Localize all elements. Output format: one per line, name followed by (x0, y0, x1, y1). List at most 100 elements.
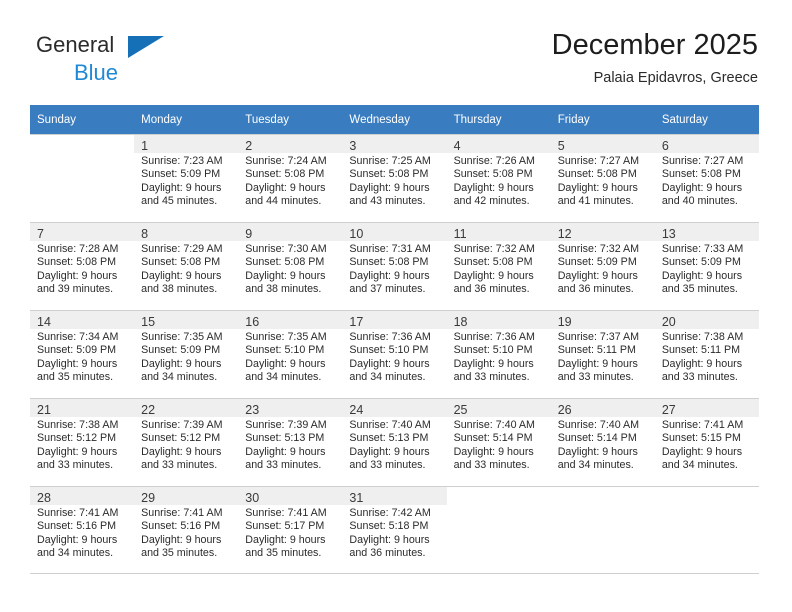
title-block: December 2025 Palaia Epidavros, Greece (552, 28, 758, 88)
day-number: 10 (349, 227, 364, 241)
sunset-text: Sunset: 5:10 PM (349, 344, 429, 357)
daylight-text-line1: Daylight: 9 hours (141, 269, 222, 282)
sunset-text: Sunset: 5:09 PM (557, 256, 637, 269)
calendar-body: 1 Sunrise: 7:23 AM Sunset: 5:09 PM Daylight… (30, 134, 759, 574)
calendar-day-cell[interactable]: 29 Sunrise: 7:41 AM Sunset: 5:16 PM Dayligh… (134, 486, 239, 574)
calendar-day-cell[interactable]: 20 Sunrise: 7:38 AM Sunset: 5:11 PM Dayligh… (654, 310, 759, 398)
day-number: 30 (245, 491, 260, 505)
calendar-day-cell[interactable]: 30 Sunrise: 7:41 AM Sunset: 5:17 PM Dayligh… (238, 486, 343, 574)
day-details: Sunrise: 7:36 AM Sunset: 5:10 PM Daylight:… (342, 329, 447, 385)
calendar-day-cell[interactable]: 9 Sunrise: 7:30 AM Sunset: 5:08 PM Daylight… (238, 222, 343, 310)
day-details: Sunrise: 7:32 AM Sunset: 5:09 PM Daylight:… (550, 241, 655, 297)
calendar-header-row: Sunday Monday Tuesday Wednesday Thursday… (30, 105, 759, 134)
calendar-day-cell[interactable]: 27 Sunrise: 7:41 AM Sunset: 5:15 PM Dayligh… (654, 398, 759, 486)
day-number-bar: 11 (446, 223, 551, 241)
daylight-text-line2: and 45 minutes. (141, 195, 218, 208)
daylight-text-line1: Daylight: 9 hours (453, 269, 534, 282)
daylight-text-line1: Daylight: 9 hours (245, 181, 326, 194)
calendar-day-cell[interactable]: 1 Sunrise: 7:23 AM Sunset: 5:09 PM Daylight… (134, 134, 239, 222)
page-header: General Blue December 2025 Palaia Epidav… (30, 28, 758, 94)
calendar-cell-inner: 30 Sunrise: 7:41 AM Sunset: 5:17 PM Dayligh… (238, 486, 343, 574)
weekday-header-friday: Friday (550, 105, 655, 134)
calendar-cell-inner: 19 Sunrise: 7:37 AM Sunset: 5:11 PM Dayligh… (550, 310, 655, 398)
calendar-day-cell[interactable]: 8 Sunrise: 7:29 AM Sunset: 5:08 PM Daylight… (134, 222, 239, 310)
calendar-day-cell[interactable]: 10 Sunrise: 7:31 AM Sunset: 5:08 PM Dayligh… (342, 222, 447, 310)
day-number-bar: 28 (30, 487, 135, 505)
sunrise-text: Sunrise: 7:25 AM (349, 155, 431, 167)
calendar-day-cell[interactable]: 16 Sunrise: 7:35 AM Sunset: 5:10 PM Dayligh… (238, 310, 343, 398)
calendar-day-cell[interactable]: 5 Sunrise: 7:27 AM Sunset: 5:08 PM Daylight… (550, 134, 655, 222)
day-details: Sunrise: 7:37 AM Sunset: 5:11 PM Daylight:… (550, 329, 655, 385)
day-number: 5 (557, 139, 565, 153)
day-number-bar: 15 (134, 311, 239, 329)
calendar-day-cell[interactable]: 28 Sunrise: 7:41 AM Sunset: 5:16 PM Dayligh… (30, 486, 135, 574)
daylight-text-line2: and 33 minutes. (453, 459, 530, 472)
sunset-text: Sunset: 5:08 PM (557, 168, 637, 181)
day-number: 19 (557, 315, 572, 329)
day-number-bar: 30 (238, 487, 343, 505)
calendar-day-cell[interactable]: 18 Sunrise: 7:36 AM Sunset: 5:10 PM Dayligh… (446, 310, 551, 398)
calendar-day-cell[interactable]: 23 Sunrise: 7:39 AM Sunset: 5:13 PM Dayligh… (238, 398, 343, 486)
calendar-cell-inner (30, 134, 135, 222)
calendar-cell-inner: 13 Sunrise: 7:33 AM Sunset: 5:09 PM Dayligh… (654, 222, 759, 310)
sunrise-text: Sunrise: 7:31 AM (349, 243, 431, 255)
day-details: Sunrise: 7:41 AM Sunset: 5:16 PM Daylight:… (134, 505, 239, 561)
weekday-header-monday: Monday (134, 105, 239, 134)
sunset-text: Sunset: 5:16 PM (37, 520, 117, 533)
calendar-day-cell[interactable]: 22 Sunrise: 7:39 AM Sunset: 5:12 PM Dayligh… (134, 398, 239, 486)
sunset-text: Sunset: 5:13 PM (349, 432, 429, 445)
day-number-bar: 10 (342, 223, 447, 241)
sunset-text: Sunset: 5:14 PM (453, 432, 533, 445)
calendar-cell-empty (446, 486, 551, 574)
sunset-text: Sunset: 5:18 PM (349, 520, 429, 533)
day-details: Sunrise: 7:42 AM Sunset: 5:18 PM Daylight:… (342, 505, 447, 561)
calendar-day-cell[interactable]: 12 Sunrise: 7:32 AM Sunset: 5:09 PM Dayligh… (550, 222, 655, 310)
general-blue-logo[interactable]: General Blue (36, 34, 196, 90)
calendar-cell-inner: 24 Sunrise: 7:40 AM Sunset: 5:13 PM Dayligh… (342, 398, 447, 486)
sunset-text: Sunset: 5:10 PM (453, 344, 533, 357)
sunset-text: Sunset: 5:09 PM (661, 256, 741, 269)
calendar-day-cell[interactable]: 19 Sunrise: 7:37 AM Sunset: 5:11 PM Dayligh… (550, 310, 655, 398)
calendar-day-cell[interactable]: 6 Sunrise: 7:27 AM Sunset: 5:08 PM Daylight… (654, 134, 759, 222)
calendar-day-cell[interactable]: 7 Sunrise: 7:28 AM Sunset: 5:08 PM Daylight… (30, 222, 135, 310)
day-details: Sunrise: 7:35 AM Sunset: 5:09 PM Daylight:… (134, 329, 239, 385)
daylight-text-line1: Daylight: 9 hours (141, 181, 222, 194)
day-number: 12 (557, 227, 572, 241)
calendar-day-cell[interactable]: 14 Sunrise: 7:34 AM Sunset: 5:09 PM Dayligh… (30, 310, 135, 398)
calendar-day-cell[interactable]: 26 Sunrise: 7:40 AM Sunset: 5:14 PM Dayligh… (550, 398, 655, 486)
daylight-text-line2: and 34 minutes. (349, 371, 426, 384)
calendar-day-cell[interactable]: 24 Sunrise: 7:40 AM Sunset: 5:13 PM Dayligh… (342, 398, 447, 486)
day-number: 15 (141, 315, 156, 329)
day-details: Sunrise: 7:40 AM Sunset: 5:13 PM Daylight:… (342, 417, 447, 473)
daylight-text-line1: Daylight: 9 hours (37, 533, 118, 546)
calendar-day-cell[interactable]: 4 Sunrise: 7:26 AM Sunset: 5:08 PM Daylight… (446, 134, 551, 222)
daylight-text-line2: and 35 minutes. (37, 371, 114, 384)
logo-text-general: General (36, 34, 196, 60)
calendar-day-cell[interactable]: 17 Sunrise: 7:36 AM Sunset: 5:10 PM Dayligh… (342, 310, 447, 398)
sunrise-text: Sunrise: 7:40 AM (349, 419, 431, 431)
daylight-text-line1: Daylight: 9 hours (245, 357, 326, 370)
calendar-cell-inner: 27 Sunrise: 7:41 AM Sunset: 5:15 PM Dayligh… (654, 398, 759, 486)
calendar-day-cell[interactable]: 3 Sunrise: 7:25 AM Sunset: 5:08 PM Daylight… (342, 134, 447, 222)
calendar-day-cell[interactable]: 31 Sunrise: 7:42 AM Sunset: 5:18 PM Dayligh… (342, 486, 447, 574)
sunrise-text: Sunrise: 7:27 AM (661, 155, 744, 167)
calendar-page: General Blue December 2025 Palaia Epidav… (0, 0, 792, 612)
sunrise-text: Sunrise: 7:39 AM (141, 419, 223, 431)
day-details: Sunrise: 7:41 AM Sunset: 5:15 PM Daylight:… (654, 417, 759, 473)
sunrise-text: Sunrise: 7:36 AM (453, 331, 535, 343)
sunset-text: Sunset: 5:13 PM (245, 432, 325, 445)
calendar-day-cell[interactable]: 25 Sunrise: 7:40 AM Sunset: 5:14 PM Dayligh… (446, 398, 551, 486)
daylight-text-line1: Daylight: 9 hours (557, 181, 638, 194)
calendar-day-cell[interactable]: 2 Sunrise: 7:24 AM Sunset: 5:08 PM Daylight… (238, 134, 343, 222)
daylight-text-line2: and 40 minutes. (661, 195, 738, 208)
calendar-cell-inner: 15 Sunrise: 7:35 AM Sunset: 5:09 PM Dayligh… (134, 310, 239, 398)
day-number: 14 (37, 315, 51, 329)
day-number: 8 (141, 227, 149, 241)
calendar-day-cell[interactable]: 21 Sunrise: 7:38 AM Sunset: 5:12 PM Dayligh… (30, 398, 135, 486)
daylight-text-line2: and 33 minutes. (141, 459, 218, 472)
calendar-day-cell[interactable]: 15 Sunrise: 7:35 AM Sunset: 5:09 PM Dayligh… (134, 310, 239, 398)
calendar-day-cell[interactable]: 11 Sunrise: 7:32 AM Sunset: 5:08 PM Dayligh… (446, 222, 551, 310)
sunrise-text: Sunrise: 7:42 AM (349, 507, 431, 519)
day-number: 16 (245, 315, 260, 329)
calendar-day-cell[interactable]: 13 Sunrise: 7:33 AM Sunset: 5:09 PM Dayligh… (654, 222, 759, 310)
